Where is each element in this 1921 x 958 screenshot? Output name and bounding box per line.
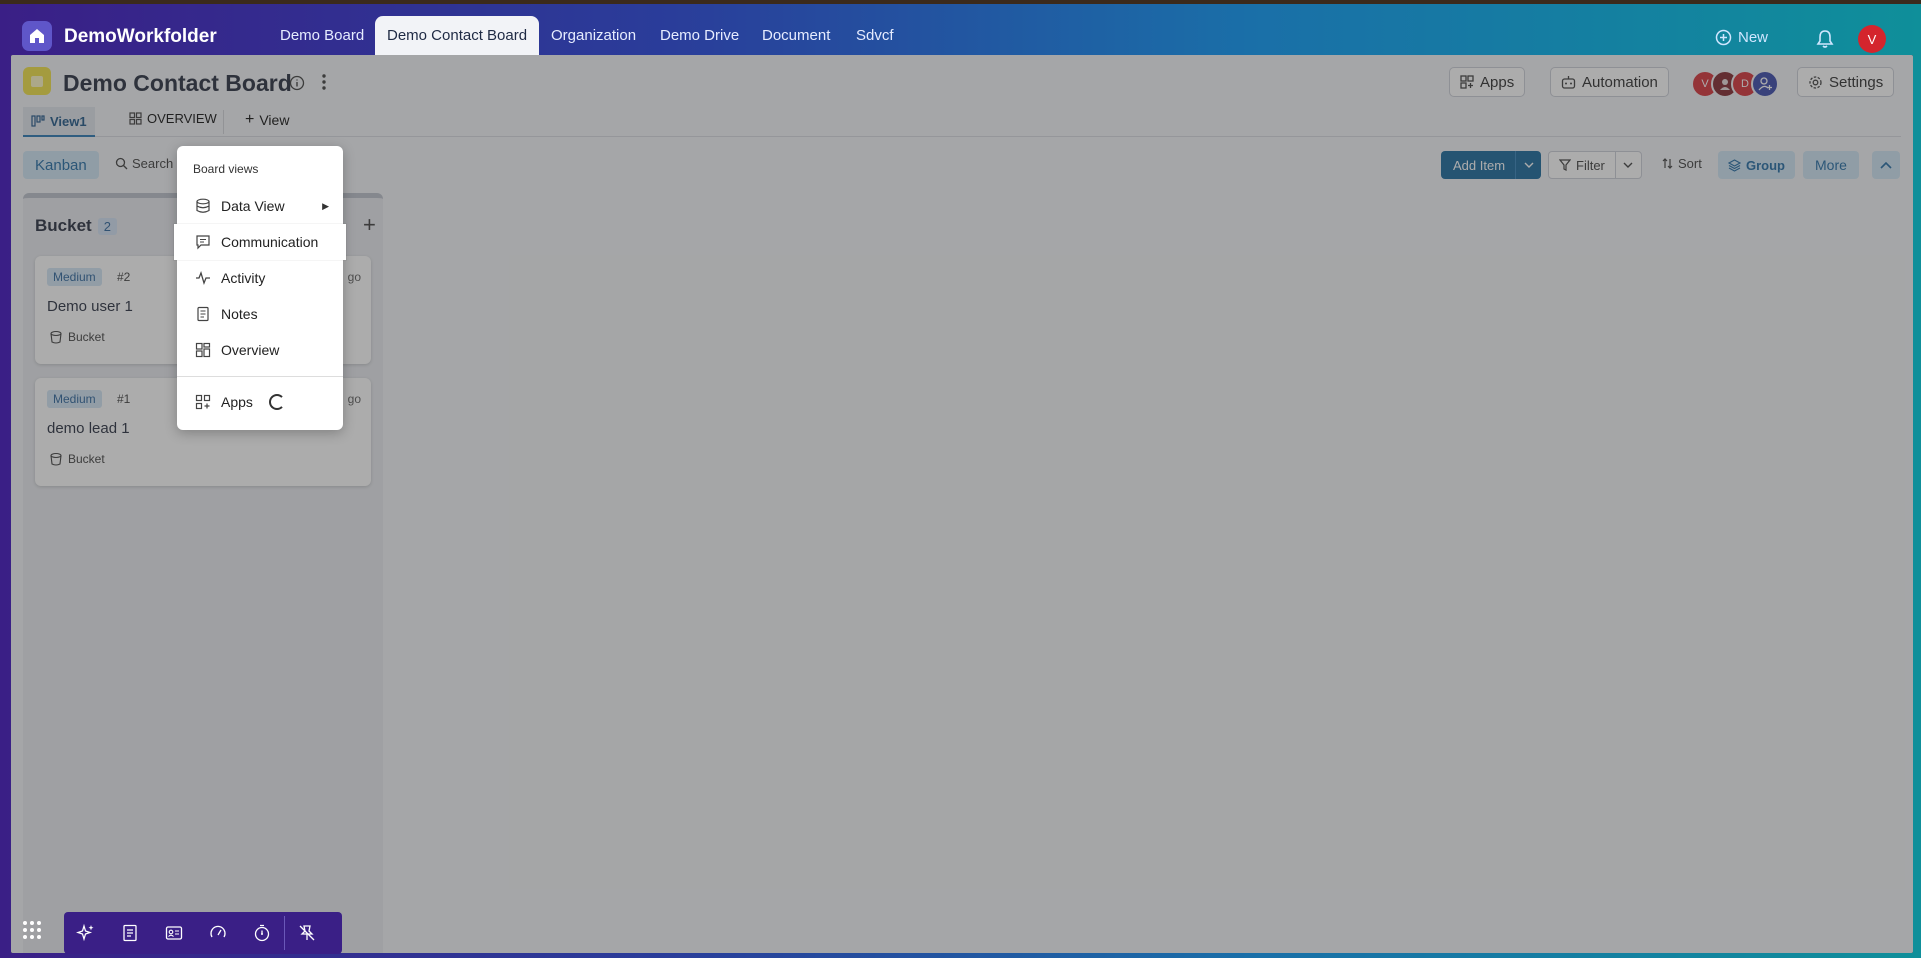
- ai-assistant-button[interactable]: [64, 912, 108, 954]
- document-icon: [123, 924, 137, 942]
- menu-item-label: Activity: [221, 270, 266, 286]
- top-navigation: DemoWorkfolder Demo Board Demo Contact B…: [0, 4, 1921, 56]
- board-views-menu: Board views Data View ▶ Communication Ac…: [174, 146, 346, 430]
- menu-item-label: Overview: [221, 342, 280, 358]
- pin-off-icon: [299, 925, 315, 941]
- stopwatch-icon: [254, 924, 270, 942]
- database-icon: [196, 198, 210, 213]
- new-button[interactable]: New: [1715, 29, 1768, 46]
- menu-item-apps[interactable]: Apps: [177, 384, 343, 420]
- tab-demo-drive[interactable]: Demo Drive: [660, 27, 739, 44]
- bell-icon: [1816, 30, 1834, 48]
- tab-sdvcf[interactable]: Sdvcf: [856, 27, 894, 44]
- menu-item-notes[interactable]: Notes: [177, 296, 343, 332]
- dashboard-icon: [195, 342, 211, 358]
- sparkles-icon: [76, 923, 94, 942]
- bottom-dock: [64, 912, 342, 954]
- tab-demo-contact-board[interactable]: Demo Contact Board: [375, 16, 540, 56]
- tab-organization[interactable]: Organization: [551, 27, 636, 44]
- home-button[interactable]: [22, 21, 52, 51]
- menu-item-communication[interactable]: Communication: [174, 224, 346, 260]
- unpin-dock-button[interactable]: [285, 912, 329, 954]
- activity-icon: [196, 271, 210, 285]
- workspace-name[interactable]: DemoWorkfolder: [64, 26, 217, 48]
- home-icon: [30, 29, 44, 43]
- new-label: New: [1738, 29, 1769, 46]
- menu-divider: [177, 376, 343, 377]
- submenu-arrow-icon: ▶: [322, 200, 329, 211]
- menu-item-label: Data View: [221, 198, 285, 214]
- menu-item-label: Notes: [221, 306, 258, 322]
- dots-grid-icon: [23, 921, 41, 939]
- notes-dock-button[interactable]: [108, 912, 152, 954]
- timer-dock-button[interactable]: [240, 912, 284, 954]
- app-launcher-button[interactable]: [22, 920, 42, 945]
- tab-document[interactable]: Document: [762, 27, 830, 44]
- menu-item-overview[interactable]: Overview: [177, 332, 343, 368]
- plus-circle-icon: [1715, 29, 1732, 46]
- menu-item-data-view[interactable]: Data View ▶: [177, 188, 343, 224]
- menu-header: Board views: [193, 162, 259, 176]
- menu-item-label: Apps: [221, 394, 253, 410]
- loading-spinner-icon: [268, 394, 285, 410]
- notes-icon: [197, 306, 209, 322]
- contacts-dock-button[interactable]: [152, 912, 196, 954]
- chat-icon: [196, 235, 210, 250]
- menu-item-label: Communication: [221, 234, 319, 250]
- apps-grid-icon: [195, 394, 211, 410]
- notifications-button[interactable]: [1816, 29, 1834, 54]
- id-card-icon: [165, 926, 183, 940]
- tab-demo-board[interactable]: Demo Board: [280, 27, 364, 44]
- user-avatar[interactable]: V: [1858, 25, 1886, 53]
- menu-item-activity[interactable]: Activity: [177, 260, 343, 296]
- gauge-icon: [210, 925, 226, 938]
- dashboard-dock-button[interactable]: [196, 912, 240, 954]
